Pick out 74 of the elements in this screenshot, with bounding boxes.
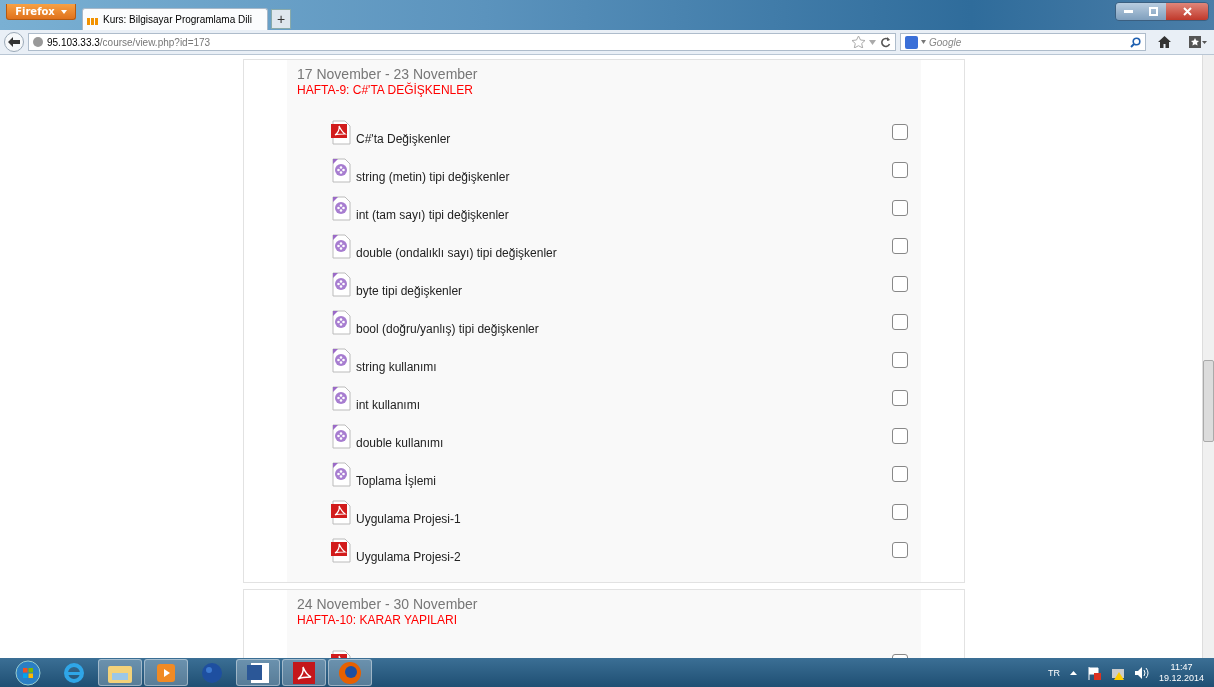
completion-checkbox[interactable] <box>892 276 908 292</box>
media-file-icon <box>330 462 352 488</box>
activity-link[interactable]: string kullanımı <box>356 360 892 374</box>
clock[interactable]: 11:47 19.12.2014 <box>1158 661 1204 684</box>
search-field[interactable]: Google <box>900 33 1146 51</box>
bookmarks-icon[interactable] <box>1189 36 1207 48</box>
address-bar[interactable]: 95.103.33.3/course/view.php?id=173 <box>28 33 896 51</box>
browser-tab[interactable]: Kurs: Bilgisayar Programlama Dili <box>82 8 268 30</box>
new-tab-button[interactable]: + <box>271 9 291 29</box>
completion-checkbox[interactable] <box>892 352 908 368</box>
flag-icon[interactable] <box>1086 665 1101 680</box>
pdf-file-icon <box>330 500 352 526</box>
dropdown-icon[interactable] <box>921 40 926 44</box>
activity-link[interactable]: int kullanımı <box>356 398 892 412</box>
activity-link[interactable]: string (metin) tipi değişkenler <box>356 170 892 184</box>
completion-checkbox[interactable] <box>892 162 908 178</box>
restore-button[interactable] <box>1141 3 1166 20</box>
search-icon[interactable] <box>1130 36 1141 48</box>
media-file-icon <box>330 348 352 374</box>
activity-link[interactable]: Uygulama Projesi-1 <box>356 512 892 526</box>
week-title: HAFTA-9: C#'TA DEĞİŞKENLER <box>297 82 474 98</box>
completion-checkbox[interactable] <box>892 542 908 558</box>
media-file-icon <box>330 272 352 298</box>
pdf-file-icon <box>330 120 352 146</box>
completion-checkbox[interactable] <box>892 124 908 140</box>
reload-icon[interactable] <box>880 36 891 48</box>
scrollbar[interactable] <box>1202 55 1214 658</box>
speaker-icon[interactable] <box>1134 666 1149 679</box>
back-button[interactable] <box>4 32 24 52</box>
media-file-icon <box>330 196 352 222</box>
completion-checkbox[interactable] <box>892 200 908 216</box>
completion-checkbox[interactable] <box>892 238 908 254</box>
media-file-icon <box>330 386 352 412</box>
tab-title: Kurs: Bilgisayar Programlama Dili <box>103 14 252 25</box>
close-icon <box>1182 7 1192 16</box>
completion-checkbox[interactable] <box>892 390 908 406</box>
media-file-icon <box>330 234 352 260</box>
week-title: HAFTA-10: KARAR YAPILARI <box>297 612 459 628</box>
week-dates: 24 November - 30 November <box>297 596 479 612</box>
activity-link[interactable]: bool (doğru/yanlış) tipi değişkenler <box>356 322 892 336</box>
pdf-file-icon <box>330 538 352 564</box>
search-placeholder: Google <box>929 36 963 48</box>
restore-icon <box>1149 7 1158 16</box>
dropdown-icon[interactable] <box>869 39 876 45</box>
activity-link[interactable]: byte tipi değişkenler <box>356 284 892 298</box>
activity-link[interactable]: double kullanımı <box>356 436 892 450</box>
home-icon[interactable] <box>1158 36 1171 48</box>
activity-link[interactable]: Toplama İşlemi <box>356 474 892 488</box>
show-hidden-icons[interactable] <box>1069 670 1077 675</box>
minimize-icon <box>1124 10 1133 13</box>
language-indicator[interactable]: TR <box>1047 667 1060 678</box>
media-file-icon <box>330 310 352 336</box>
url-path: /course/view.php?id=173 <box>99 36 211 48</box>
completion-checkbox[interactable] <box>892 428 908 444</box>
pdf-reader-taskbar-icon[interactable] <box>282 659 326 686</box>
star-icon[interactable] <box>852 36 865 48</box>
activity-link[interactable]: C#'ta Değişkenler <box>356 132 892 146</box>
media-player-taskbar-icon[interactable] <box>144 659 188 686</box>
globe-icon <box>33 37 43 47</box>
activity-link[interactable]: Uygulama Projesi-2 <box>356 550 892 564</box>
caret-icon <box>60 9 67 14</box>
week-dates: 17 November - 23 November <box>297 66 479 82</box>
minimize-button[interactable] <box>1116 3 1141 20</box>
folder-taskbar-icon[interactable] <box>98 659 142 686</box>
completion-checkbox[interactable] <box>892 314 908 330</box>
close-button[interactable] <box>1166 3 1208 20</box>
activity-link[interactable]: double (ondalıklı sayı) tipi değişkenler <box>356 246 892 260</box>
completion-checkbox[interactable] <box>892 466 908 482</box>
media-file-icon <box>330 424 352 450</box>
back-arrow-icon <box>8 37 20 47</box>
activity-link[interactable]: int (tam sayı) tipi değişkenler <box>356 208 892 222</box>
media-file-icon <box>330 158 352 184</box>
completion-checkbox[interactable] <box>892 504 908 520</box>
url-host: 95.103.33.3 <box>47 36 100 48</box>
